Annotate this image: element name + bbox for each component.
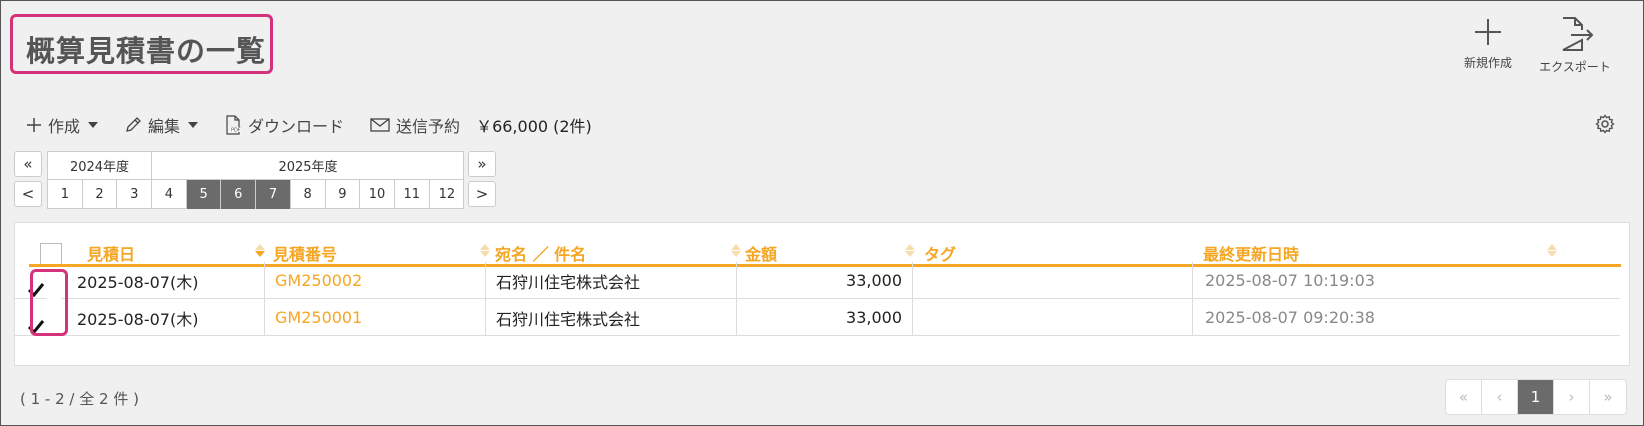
- checkbox-highlight: [30, 269, 68, 336]
- pagination: « ‹ 1 › »: [1445, 379, 1627, 415]
- first-page-button[interactable]: «: [1446, 380, 1482, 414]
- cell-amount: 33,000: [737, 299, 913, 336]
- next-year-button[interactable]: »: [468, 151, 496, 177]
- download-button[interactable]: PDF ダウンロード: [224, 113, 344, 137]
- last-page-button[interactable]: »: [1590, 380, 1626, 414]
- gear-icon: [1595, 114, 1615, 134]
- cell-amount: 33,000: [737, 262, 913, 299]
- next-month-button[interactable]: >: [468, 181, 496, 207]
- month-3[interactable]: 3: [117, 180, 153, 209]
- caret-down-icon: [188, 122, 199, 128]
- month-1[interactable]: 1: [48, 180, 83, 209]
- current-page[interactable]: 1: [1518, 380, 1554, 414]
- period-selector: 2024年度 2025年度 1 2 3 4 5 6 7 8 9 10 11 12: [47, 151, 464, 209]
- sort-icon[interactable]: [905, 243, 915, 258]
- table-row[interactable]: 2025-08-07(木) GM250001 石狩川住宅株式会社 33,000 …: [61, 299, 1620, 336]
- table-row[interactable]: 2025-08-07(木) GM250002 石狩川住宅株式会社 33,000 …: [61, 262, 1620, 299]
- prev-page-button[interactable]: ‹: [1482, 380, 1518, 414]
- month-7[interactable]: 7: [256, 180, 291, 209]
- pencil-icon: [126, 117, 141, 132]
- cell-updated: 2025-08-07 09:20:38: [1205, 308, 1375, 327]
- cell-date: 2025-08-07(木): [61, 262, 265, 299]
- settings-button[interactable]: [1595, 114, 1615, 138]
- schedule-send-button[interactable]: 送信予約: [370, 113, 460, 137]
- create-label: 作成: [48, 117, 81, 136]
- create-menu-button[interactable]: 作成: [26, 113, 99, 137]
- pdf-file-icon: PDF: [226, 115, 242, 135]
- total-amount: ￥66,000 (2件): [476, 117, 592, 136]
- cell-date: 2025-08-07(木): [61, 299, 265, 336]
- envelope-icon: [370, 118, 390, 132]
- toolbar: 作成 編集 PDF ダウンロード 送信予約 ￥66,000 (2件): [26, 112, 592, 138]
- plus-icon: [1475, 19, 1501, 45]
- sort-icon[interactable]: [1547, 243, 1557, 258]
- month-4[interactable]: 4: [152, 180, 187, 209]
- edit-label: 編集: [148, 117, 181, 136]
- new-create-label: 新規作成: [1463, 56, 1512, 70]
- fiscal-year-2025[interactable]: 2025年度: [152, 152, 464, 180]
- svg-text:PDF: PDF: [231, 128, 241, 134]
- prev-year-button[interactable]: «: [14, 151, 42, 177]
- export-icon: [1562, 17, 1594, 51]
- cell-tag: [913, 299, 1193, 336]
- edit-menu-button[interactable]: 編集: [124, 113, 199, 137]
- month-2[interactable]: 2: [83, 180, 118, 209]
- month-12[interactable]: 12: [430, 180, 465, 209]
- record-count: ( 1 - 2 / 全 2 件 ): [20, 390, 139, 408]
- caret-down-icon: [88, 122, 99, 128]
- fiscal-year-2024[interactable]: 2024年度: [48, 152, 152, 180]
- cell-updated: 2025-08-07 10:19:03: [1205, 271, 1375, 290]
- page-title: 概算見積書の一覧: [26, 34, 267, 68]
- prev-month-button[interactable]: <: [14, 181, 42, 207]
- month-8[interactable]: 8: [291, 180, 326, 209]
- cell-destination: 石狩川住宅株式会社: [486, 262, 737, 299]
- cell-tag: [913, 262, 1193, 299]
- new-create-button[interactable]: 新規作成: [1448, 16, 1528, 71]
- month-list: 1 2 3 4 5 6 7 8 9 10 11 12: [48, 180, 464, 209]
- month-6[interactable]: 6: [221, 180, 257, 209]
- sort-icon[interactable]: [731, 243, 741, 258]
- download-label: ダウンロード: [248, 117, 345, 136]
- month-11[interactable]: 11: [395, 180, 430, 209]
- next-page-button[interactable]: ›: [1554, 380, 1590, 414]
- cell-estimate-number-link[interactable]: GM250002: [265, 262, 486, 299]
- export-label: エクスポート: [1539, 60, 1611, 74]
- schedule-send-label: 送信予約: [396, 117, 461, 136]
- sort-icon[interactable]: [255, 243, 265, 258]
- export-button[interactable]: エクスポート: [1535, 16, 1615, 75]
- cell-destination: 石狩川住宅株式会社: [486, 299, 737, 336]
- month-5[interactable]: 5: [186, 180, 222, 209]
- plus-icon: [27, 118, 41, 132]
- cell-estimate-number-link[interactable]: GM250001: [265, 299, 486, 336]
- month-10[interactable]: 10: [360, 180, 395, 209]
- month-9[interactable]: 9: [326, 180, 361, 209]
- sort-icon[interactable]: [480, 243, 490, 258]
